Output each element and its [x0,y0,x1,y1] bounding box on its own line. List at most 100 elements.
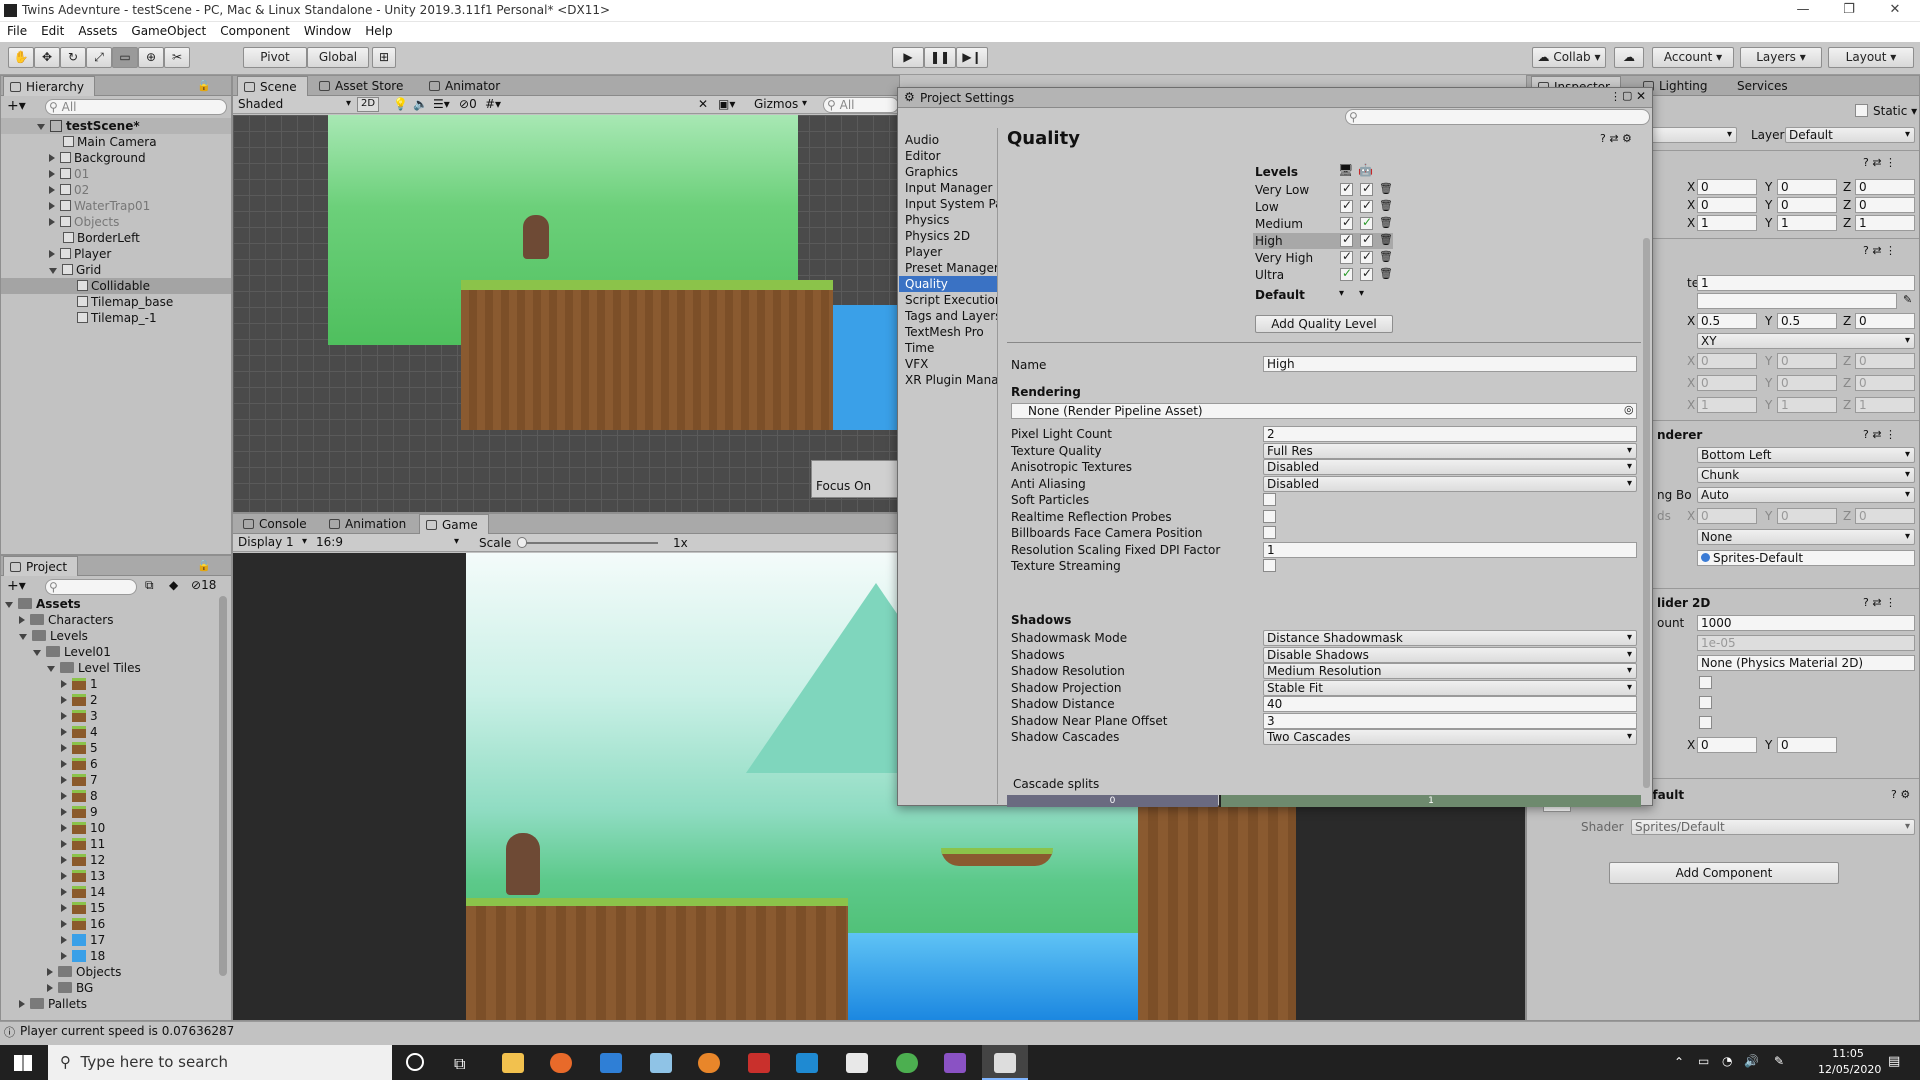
expand-icon[interactable] [61,712,67,720]
filter-icon[interactable]: ⧉ [145,578,154,593]
level-android-checkbox[interactable] [1360,181,1373,196]
trash-icon[interactable]: 🗑 [1379,250,1393,263]
tile-item[interactable]: 10 [1,820,105,836]
firefox-icon[interactable] [550,1053,572,1073]
filezilla-icon[interactable] [748,1053,770,1073]
tile-item[interactable]: 6 [1,756,98,772]
setting-dropdown[interactable]: Disabled [1263,459,1637,475]
blender-icon[interactable] [698,1053,720,1073]
expand-icon[interactable] [61,696,67,704]
ps-category[interactable]: Input Manager [905,180,993,196]
project-item[interactable]: Pallets [1,996,87,1012]
collider-checkbox-2[interactable] [1699,696,1712,709]
expand-icon[interactable] [61,808,67,816]
count-field[interactable]: 1000 [1697,615,1915,631]
lock-icon[interactable]: 🔒 [197,79,211,92]
setting-field[interactable]: 1 [1263,541,1637,558]
custom-tool-icon[interactable]: ✂ [164,47,190,68]
level-android-checkbox[interactable] [1360,215,1373,230]
level-standalone-checkbox[interactable] [1340,249,1353,264]
scene-player-sprite[interactable] [523,215,549,259]
move-tool-icon[interactable]: ✥ [34,47,60,68]
expand-icon[interactable] [61,920,67,928]
menu-gameobject[interactable]: GameObject [124,22,213,40]
clock-date[interactable]: 12/05/2020 [1818,1063,1881,1076]
minimize-icon[interactable]: — [1780,0,1826,22]
phys-material-field[interactable]: None (Physics Material 2D) [1697,655,1915,671]
cascade-split-1[interactable]: 1 [1219,795,1641,807]
project-add-button[interactable]: +▾ [7,578,26,594]
hierarchy-search-input[interactable]: ⚲ All [45,99,227,115]
expand-icon[interactable] [49,250,55,258]
tile-item[interactable]: 1 [1,676,98,692]
pen-icon[interactable]: ✎ [1774,1054,1784,1068]
menu-assets[interactable]: Assets [71,22,124,40]
lighting-icon[interactable]: 💡 [393,97,408,111]
taskbar-search-box[interactable]: ⚲ Type here to search [48,1045,392,1080]
expand-icon[interactable] [61,744,67,752]
ps-category[interactable]: Input System Pa [905,196,997,212]
color-field[interactable] [1697,293,1897,309]
shading-dropdown[interactable]: Shaded [235,97,355,113]
visual-studio-icon[interactable] [944,1053,966,1073]
static-checkbox[interactable] [1855,104,1868,117]
project-item[interactable]: Levels [1,628,88,644]
expand-icon[interactable] [61,952,67,960]
setting-dropdown[interactable]: Disabled [1263,475,1637,492]
expand-icon[interactable] [47,666,55,672]
task-view-icon[interactable]: ⧉ [454,1054,465,1074]
rot-z-field[interactable]: 0 [1855,197,1915,213]
level-standalone-checkbox[interactable] [1340,198,1353,213]
ps-scrollbar[interactable] [1643,238,1650,788]
expand-icon[interactable] [61,904,67,912]
tab-animation[interactable]: Animation [323,514,416,534]
expand-icon[interactable] [49,170,55,178]
layers-dropdown[interactable]: Layers ▾ [1740,47,1822,68]
tab-console[interactable]: Console [237,514,317,534]
layout-dropdown[interactable]: Layout ▾ [1828,47,1914,68]
expand-icon[interactable] [61,776,67,784]
hierarchy-item[interactable]: Collidable [1,278,231,294]
bounds-dropdown[interactable]: Auto [1697,487,1915,503]
expand-icon[interactable] [49,202,55,210]
eyedropper-icon[interactable]: ✎ [1903,293,1912,306]
ps-menu-icon[interactable]: ⋮ [1610,90,1621,103]
hierarchy-item[interactable]: BorderLeft [1,230,140,246]
step-button[interactable]: ▶❙ [956,47,988,68]
file-explorer-icon[interactable] [502,1053,524,1073]
project-item[interactable]: BG [1,980,93,996]
hierarchy-item[interactable]: Tilemap_base [1,294,173,310]
ps-maximize-icon[interactable]: ▢ [1622,89,1632,102]
hierarchy-add-button[interactable]: +▾ [7,98,26,114]
tab-animator[interactable]: Animator [423,76,510,96]
clock-time[interactable]: 11:05 [1818,1047,1878,1060]
hierarchy-item[interactable]: Objects [1,214,119,230]
layer-dropdown[interactable]: Default [1785,127,1915,143]
level-android-checkbox[interactable] [1360,249,1373,264]
expand-icon[interactable] [61,792,67,800]
expand-icon[interactable] [5,602,13,608]
te-field[interactable]: 1 [1697,275,1915,291]
setting-dropdown[interactable]: Disable Shadows [1263,646,1637,663]
scene-row[interactable]: testScene* [1,118,231,134]
trash-icon[interactable]: 🗑 [1379,216,1393,229]
rotate-tool-icon[interactable]: ↻ [60,47,86,68]
tile-item[interactable]: 18 [1,948,105,964]
global-toggle[interactable]: Global [307,47,369,68]
rect-tool-icon[interactable]: ▭ [112,47,138,68]
cortana-icon[interactable] [406,1053,424,1071]
tray-chevron-icon[interactable]: ⌃ [1674,1055,1684,1069]
mode-2d-toggle[interactable]: 2D [357,97,379,112]
pos-z-field[interactable]: 0 [1855,179,1915,195]
project-scrollbar[interactable] [219,596,227,976]
tab-game[interactable]: Game [419,514,489,534]
battery-icon[interactable]: ▭ [1698,1054,1709,1068]
mode-dropdown[interactable]: Chunk [1697,467,1915,483]
tile-item[interactable]: 5 [1,740,98,756]
project-item[interactable]: Level Tiles [1,660,141,676]
menu-help[interactable]: Help [358,22,399,40]
scale-y-field[interactable]: 1 [1777,215,1837,231]
play-button[interactable]: ▶ [892,47,924,68]
menu-window[interactable]: Window [297,22,358,40]
o-x-field[interactable]: 0 [1697,737,1757,753]
